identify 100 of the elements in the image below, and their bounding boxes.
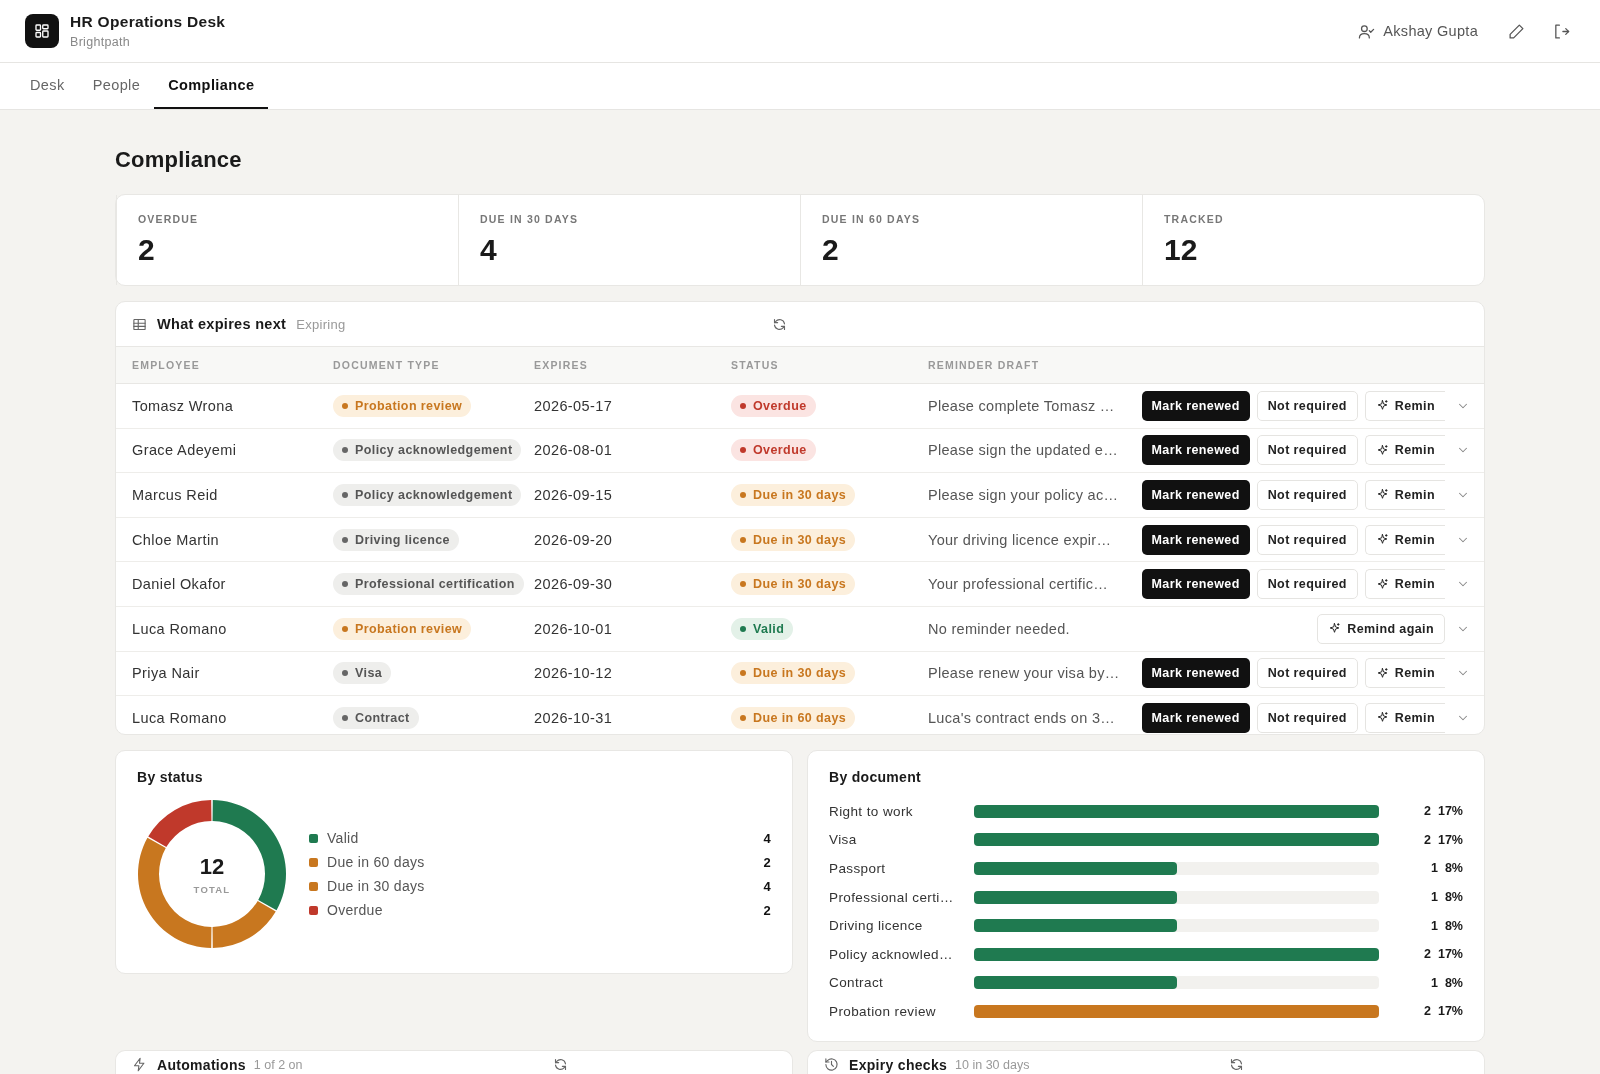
mark-renewed-button[interactable]: Mark renewed: [1141, 480, 1250, 510]
sparkle-icon: [1375, 443, 1389, 457]
stat-label: OVERDUE: [138, 213, 200, 225]
remind-button[interactable]: Remin: [1364, 480, 1445, 510]
document-label: Right to work: [829, 803, 914, 819]
user-icon: [1358, 22, 1376, 40]
remind-button[interactable]: Remin: [1364, 658, 1445, 689]
document-tag: Probation review: [333, 394, 472, 417]
reminder-draft: Luca's contract ends on 3…: [928, 709, 1117, 726]
mark-renewed-button[interactable]: Mark renewed: [1141, 658, 1250, 689]
app-title: HR Operations Desk: [70, 13, 226, 31]
status-badge: Due in 30 days: [731, 484, 856, 506]
remind-button[interactable]: Remin: [1364, 435, 1445, 466]
legend-label: Valid: [327, 830, 359, 846]
document-tag: Policy acknowledgement: [333, 484, 522, 506]
document-count: 1: [1430, 890, 1438, 905]
sparkle-icon: [1375, 711, 1389, 725]
remind-button[interactable]: Remind again: [1317, 613, 1445, 644]
employee-name: Tomasz Wrona: [132, 397, 235, 414]
remind-button[interactable]: Remin: [1364, 569, 1445, 600]
document-label: Contract: [829, 975, 885, 991]
reminder-draft: Please renew your visa by…: [928, 665, 1121, 682]
card-title: Expiry checks: [849, 1057, 948, 1073]
document-label: Probation review: [829, 1003, 937, 1019]
employee-name: Luca Romano: [132, 620, 228, 637]
document-count: 2: [1424, 832, 1431, 847]
table-icon: [132, 316, 147, 332]
reminder-draft: Your driving licence expir…: [928, 531, 1113, 548]
document-count: 1: [1430, 975, 1438, 990]
legend-count: 4: [763, 878, 771, 894]
stat-label: TRACKED: [1164, 213, 1225, 225]
mark-renewed-button[interactable]: Mark renewed: [1141, 435, 1250, 466]
remind-button[interactable]: Remin: [1364, 702, 1445, 733]
document-percent: 8%: [1444, 861, 1463, 876]
total-label: TOTAL: [193, 883, 231, 895]
app-logo: [25, 14, 59, 48]
column-header: EMPLOYEE: [132, 359, 201, 371]
expiry-date: 2026-09-30: [534, 576, 614, 593]
document-count: 1: [1430, 861, 1438, 876]
mark-renewed-button[interactable]: Mark renewed: [1141, 390, 1250, 421]
document-count: 2: [1424, 1004, 1431, 1019]
card-subtitle: 10 in 30 days: [955, 1057, 1030, 1073]
document-tag: Contract: [333, 706, 419, 729]
status-badge: Due in 30 days: [731, 528, 856, 551]
card-subtitle: Expiring: [296, 316, 346, 332]
refresh-icon[interactable]: [771, 316, 787, 332]
sparkle-icon: [1375, 577, 1389, 591]
document-label: Passport: [829, 861, 887, 876]
document-percent: 8%: [1444, 975, 1463, 990]
not-required-button[interactable]: Not required: [1256, 390, 1358, 421]
sparkle-icon: [1328, 622, 1342, 636]
mark-renewed-button[interactable]: Mark renewed: [1141, 524, 1250, 555]
document-count: 2: [1424, 947, 1431, 962]
remind-button[interactable]: Remin: [1364, 524, 1445, 555]
stat-value: 4: [480, 233, 498, 267]
not-required-button[interactable]: Not required: [1256, 569, 1358, 600]
not-required-button[interactable]: Not required: [1256, 435, 1358, 466]
history-icon: [824, 1057, 839, 1072]
document-tag: Probation review: [333, 617, 472, 640]
legend-label: Due in 30 days: [327, 878, 425, 894]
document-label: Professional certi…: [829, 889, 955, 905]
bolt-icon: [132, 1057, 147, 1072]
sparkle-icon: [1375, 666, 1389, 680]
total-value: 12: [199, 853, 225, 880]
not-required-button[interactable]: Not required: [1256, 658, 1358, 689]
edit-icon[interactable]: [1508, 22, 1525, 40]
stat-value: 2: [138, 233, 156, 267]
document-label: Driving licence: [829, 918, 924, 934]
status-badge: Overdue: [731, 439, 816, 462]
mark-renewed-button[interactable]: Mark renewed: [1141, 569, 1250, 600]
employee-name: Grace Adeyemi: [132, 442, 238, 459]
nav-tab[interactable]: Compliance: [154, 63, 269, 109]
sparkle-icon: [1375, 488, 1389, 502]
not-required-button[interactable]: Not required: [1256, 524, 1358, 555]
nav-tab[interactable]: People: [78, 63, 155, 109]
status-badge: Valid: [731, 617, 794, 640]
logout-icon[interactable]: [1553, 22, 1570, 40]
reminder-draft: Please sign the updated e…: [928, 442, 1119, 459]
sparkle-icon: [1375, 399, 1389, 413]
nav-tab[interactable]: Desk: [16, 63, 79, 109]
document-percent: 17%: [1437, 804, 1463, 819]
status-badge: Overdue: [731, 394, 816, 417]
status-badge: Due in 30 days: [731, 662, 856, 685]
stat-label: DUE IN 60 DAYS: [822, 213, 922, 225]
refresh-icon[interactable]: [1229, 1057, 1245, 1072]
not-required-button[interactable]: Not required: [1256, 480, 1358, 510]
card-subtitle: 1 of 2 on: [253, 1057, 303, 1073]
remind-button[interactable]: Remin: [1364, 390, 1445, 421]
not-required-button[interactable]: Not required: [1256, 702, 1358, 733]
document-label: Visa: [829, 832, 858, 848]
document-percent: 17%: [1437, 832, 1463, 847]
document-tag: Policy acknowledgement: [333, 439, 522, 462]
expiry-date: 2026-10-12: [534, 665, 614, 682]
document-percent: 17%: [1437, 947, 1463, 962]
status-badge: Due in 30 days: [731, 573, 856, 596]
card-title: By document: [829, 769, 922, 785]
card-title: By status: [137, 769, 204, 785]
status-badge: Due in 60 days: [731, 706, 856, 729]
refresh-icon[interactable]: [552, 1057, 568, 1072]
mark-renewed-button[interactable]: Mark renewed: [1141, 702, 1250, 733]
